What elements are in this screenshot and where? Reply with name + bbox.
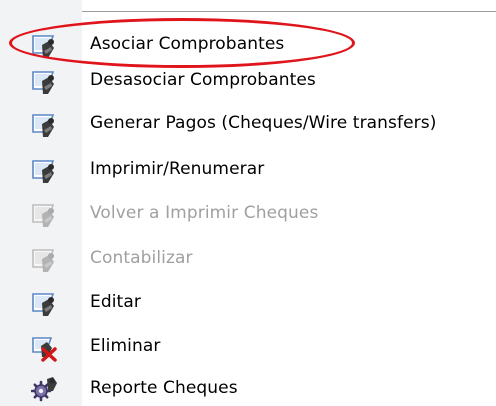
context-menu: Asociar Comprobantes Desasociar Comproba… xyxy=(0,0,496,406)
menu-item-label: Imprimir/Renumerar xyxy=(90,159,265,179)
user-edit-icon xyxy=(32,114,55,137)
menu-top-separator xyxy=(82,0,496,12)
menu-item-volver-a-imprimir-cheques: Volver a Imprimir Cheques xyxy=(0,197,496,231)
delete-user-icon xyxy=(32,337,57,362)
menu-item-editar[interactable]: Editar xyxy=(0,286,496,320)
menu-item-desasociar-comprobantes[interactable]: Desasociar Comprobantes xyxy=(0,64,496,98)
menu-item-label: Volver a Imprimir Cheques xyxy=(90,203,319,223)
menu-item-label: Editar xyxy=(90,292,141,312)
user-edit-icon xyxy=(32,204,55,227)
user-edit-icon xyxy=(32,35,55,58)
user-edit-icon xyxy=(32,160,55,183)
menu-item-label: Generar Pagos (Cheques/Wire transfers) xyxy=(90,113,437,133)
user-edit-icon xyxy=(32,249,55,272)
menu-item-contabilizar: Contabilizar xyxy=(0,242,496,276)
user-edit-icon xyxy=(32,293,55,316)
user-edit-icon xyxy=(32,71,55,94)
menu-item-label: Desasociar Comprobantes xyxy=(90,70,316,90)
menu-item-asociar-comprobantes[interactable]: Asociar Comprobantes xyxy=(0,28,496,62)
menu-item-generar-pagos[interactable]: Generar Pagos (Cheques/Wire transfers) xyxy=(0,107,496,141)
report-gear-icon xyxy=(31,377,57,402)
menu-item-label: Contabilizar xyxy=(90,248,193,268)
menu-item-eliminar[interactable]: Eliminar xyxy=(0,330,496,364)
menu-item-label: Eliminar xyxy=(90,336,161,356)
menu-item-label: Asociar Comprobantes xyxy=(90,34,285,54)
menu-item-label: Reporte Cheques xyxy=(90,378,238,398)
menu-item-reporte-cheques[interactable]: Reporte Cheques xyxy=(0,372,496,406)
menu-item-imprimir-renumerar[interactable]: Imprimir/Renumerar xyxy=(0,153,496,187)
